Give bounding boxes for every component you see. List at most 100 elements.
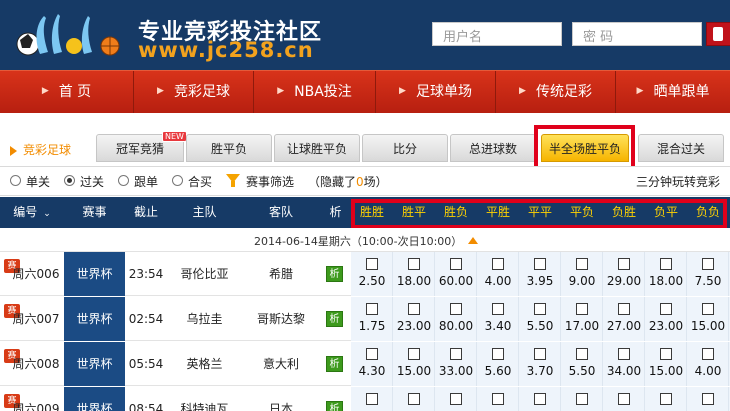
odds-checkbox[interactable] (618, 393, 630, 405)
date-row[interactable]: 2014-06-14星期六（10:00-次日10:00） (0, 228, 730, 252)
odds-checkbox[interactable] (660, 348, 672, 360)
home-team[interactable]: 英格兰 (167, 342, 242, 386)
home-team[interactable]: 乌拉圭 (167, 297, 242, 341)
odds-checkbox[interactable] (366, 348, 378, 360)
tab-wdl[interactable]: 胜平负 (186, 134, 272, 162)
odds-cell[interactable]: 27.00 (603, 297, 645, 341)
analysis-icon[interactable]: 析 (326, 311, 343, 327)
odds-checkbox[interactable] (366, 393, 378, 405)
odds-checkbox[interactable] (366, 258, 378, 270)
tab-total-goals[interactable]: 总进球数 (450, 134, 536, 162)
odds-cell[interactable]: 4.30 (351, 342, 393, 386)
nav-traditional[interactable]: ▶ 传统足彩 (496, 71, 616, 114)
odds-cell[interactable]: 15.00 (393, 342, 435, 386)
site-url[interactable]: www.jc258.cn (138, 38, 314, 62)
odds-cell[interactable]: 4.00 (687, 342, 729, 386)
nav-single-football[interactable]: ▶ 足球单场 (376, 71, 496, 114)
league-cell[interactable]: 世界杯 (64, 387, 125, 411)
odds-checkbox[interactable] (702, 258, 714, 270)
odds-checkbox[interactable] (534, 303, 546, 315)
odds-checkbox[interactable] (492, 348, 504, 360)
odds-cell[interactable]: 15.00 (393, 387, 435, 411)
odds-checkbox[interactable] (492, 258, 504, 270)
odds-cell[interactable]: 33.00 (603, 387, 645, 411)
odds-cell[interactable]: 3.70 (519, 387, 561, 411)
league-cell[interactable]: 世界杯 (64, 252, 125, 296)
radio-group-buy[interactable] (172, 175, 183, 186)
header-id[interactable]: 编号 ⌄ (0, 197, 64, 228)
odds-checkbox[interactable] (408, 258, 420, 270)
login-button[interactable] (706, 22, 730, 46)
odds-checkbox[interactable] (660, 303, 672, 315)
odds-cell[interactable]: 23.00 (393, 297, 435, 341)
odds-cell[interactable]: 33.00 (435, 342, 477, 386)
radio-single[interactable] (10, 175, 21, 186)
odds-cell[interactable]: 5.60 (477, 342, 519, 386)
odds-cell[interactable]: 23.00 (645, 297, 687, 341)
nav-share[interactable]: ▶ 晒单跟单 (616, 71, 730, 114)
odds-cell[interactable]: 4.00 (477, 252, 519, 296)
nav-jc-football[interactable]: ▶ 竞彩足球 (134, 71, 254, 114)
odds-checkbox[interactable] (702, 303, 714, 315)
odds-checkbox[interactable] (576, 348, 588, 360)
odds-checkbox[interactable] (534, 393, 546, 405)
odds-checkbox[interactable] (576, 393, 588, 405)
odds-checkbox[interactable] (534, 258, 546, 270)
odds-checkbox[interactable] (702, 393, 714, 405)
analysis-icon[interactable]: 析 (326, 266, 343, 282)
odds-cell[interactable]: 34.00 (603, 342, 645, 386)
odds-checkbox[interactable] (450, 303, 462, 315)
odds-cell[interactable]: 15.00 (687, 297, 729, 341)
away-team[interactable]: 希腊 (242, 252, 320, 296)
odds-cell[interactable]: 60.00 (435, 252, 477, 296)
odds-checkbox[interactable] (492, 393, 504, 405)
odds-checkbox[interactable] (618, 258, 630, 270)
tab-score[interactable]: 比分 (362, 134, 448, 162)
odds-cell[interactable]: 33.00 (435, 387, 477, 411)
odds-cell[interactable]: 1.75 (351, 297, 393, 341)
username-input[interactable]: 用户名 (432, 22, 562, 46)
odds-cell[interactable]: 4.00 (351, 387, 393, 411)
collapse-arrow-icon[interactable] (468, 237, 478, 244)
odds-cell[interactable]: 9.00 (561, 252, 603, 296)
odds-cell[interactable]: 5.60 (477, 387, 519, 411)
odds-checkbox[interactable] (618, 303, 630, 315)
home-team[interactable]: 科特迪瓦 (167, 387, 242, 411)
odds-checkbox[interactable] (408, 303, 420, 315)
odds-cell[interactable]: 7.50 (687, 252, 729, 296)
odds-cell[interactable]: 29.00 (603, 252, 645, 296)
home-team[interactable]: 哥伦比亚 (167, 252, 242, 296)
odds-checkbox[interactable] (408, 393, 420, 405)
odds-cell[interactable]: 17.00 (561, 297, 603, 341)
odds-checkbox[interactable] (450, 348, 462, 360)
odds-cell[interactable]: 5.50 (561, 387, 603, 411)
odds-cell[interactable]: 18.00 (645, 252, 687, 296)
away-team[interactable]: 意大利 (242, 342, 320, 386)
radio-parlay[interactable] (64, 175, 75, 186)
tutorial-link[interactable]: 三分钟玩转竞彩 (636, 173, 720, 190)
password-input[interactable]: 密 码 (572, 22, 702, 46)
analysis-icon[interactable]: 析 (326, 356, 343, 372)
odds-checkbox[interactable] (702, 348, 714, 360)
odds-cell[interactable]: 3.95 (519, 252, 561, 296)
odds-cell[interactable]: 2.50 (351, 252, 393, 296)
odds-checkbox[interactable] (534, 348, 546, 360)
league-cell[interactable]: 世界杯 (64, 342, 125, 386)
league-cell[interactable]: 世界杯 (64, 297, 125, 341)
odds-checkbox[interactable] (576, 258, 588, 270)
radio-follow[interactable] (118, 175, 129, 186)
match-filter-button[interactable]: 赛事筛选 (246, 173, 294, 190)
odds-checkbox[interactable] (492, 303, 504, 315)
odds-checkbox[interactable] (366, 303, 378, 315)
away-team[interactable]: 日本 (242, 387, 320, 411)
odds-cell[interactable]: 4.00 (687, 387, 729, 411)
odds-cell[interactable]: 3.70 (519, 342, 561, 386)
tab-handicap-wdl[interactable]: 让球胜平负 (274, 134, 360, 162)
odds-cell[interactable]: 5.50 (561, 342, 603, 386)
odds-cell[interactable]: 15.00 (645, 342, 687, 386)
odds-cell[interactable]: 80.00 (435, 297, 477, 341)
odds-checkbox[interactable] (576, 303, 588, 315)
away-team[interactable]: 哥斯达黎 (242, 297, 320, 341)
odds-checkbox[interactable] (408, 348, 420, 360)
nav-nba[interactable]: ▶ NBA投注 (254, 71, 376, 114)
